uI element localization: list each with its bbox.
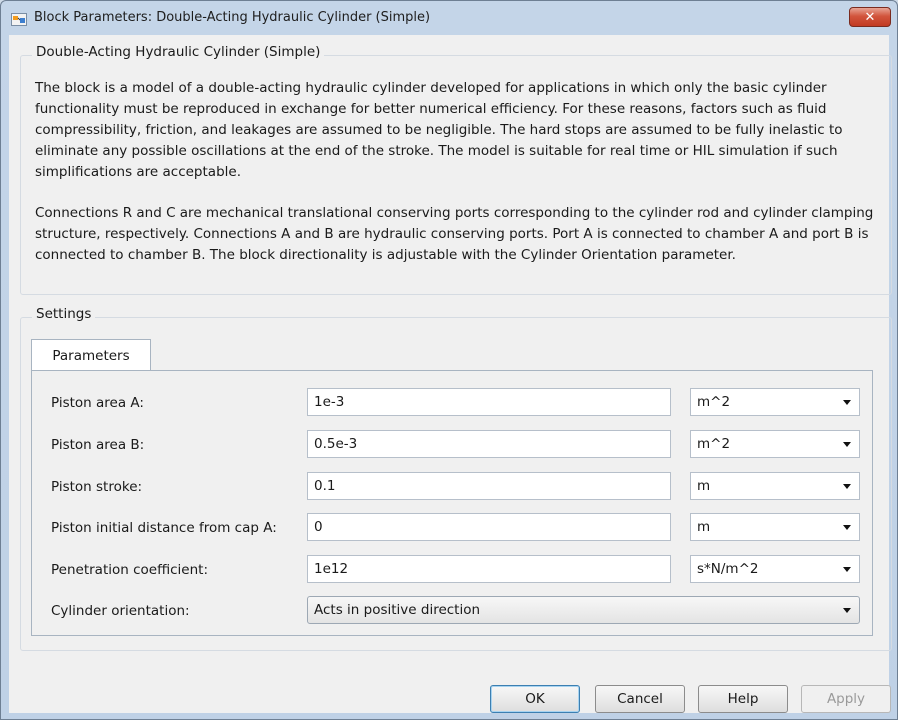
description-paragraph-1: The block is a model of a double-acting …	[35, 80, 843, 180]
window-title: Block Parameters: Double-Acting Hydrauli…	[34, 10, 431, 25]
settings-group-title: Settings	[32, 306, 96, 322]
dropdown-arrow-icon	[843, 400, 851, 405]
simulink-app-icon	[11, 13, 27, 26]
dropdown-arrow-icon	[843, 567, 851, 572]
piston-area-b-unit-select[interactable]: m^2	[690, 430, 860, 458]
dropdown-arrow-icon	[843, 525, 851, 530]
tab-parameters-label: Parameters	[52, 347, 130, 364]
penetration-coefficient-input[interactable]: 1e12	[307, 555, 671, 583]
description-paragraph-2: Connections R and C are mechanical trans…	[35, 205, 874, 263]
dropdown-arrow-icon	[843, 442, 851, 447]
cancel-button[interactable]: Cancel	[595, 685, 685, 713]
penetration-coefficient-unit-select[interactable]: s*N/m^2	[690, 555, 860, 583]
unit-value: m	[697, 519, 711, 535]
title-bar[interactable]: Block Parameters: Double-Acting Hydrauli…	[1, 1, 897, 35]
unit-value: m^2	[697, 436, 731, 452]
initial-distance-unit-select[interactable]: m	[690, 513, 860, 541]
help-button[interactable]: Help	[698, 685, 788, 713]
ok-button-label: OK	[525, 691, 545, 707]
apply-button-label: Apply	[826, 691, 866, 707]
initial-distance-input[interactable]: 0	[307, 513, 671, 541]
param-label-piston-area-b: Piston area B:	[51, 437, 145, 453]
piston-stroke-input[interactable]: 0.1	[307, 472, 671, 500]
apply-button[interactable]: Apply	[801, 685, 891, 713]
cylinder-orientation-select[interactable]: Acts in positive direction	[307, 596, 860, 624]
ok-button[interactable]: OK	[490, 685, 580, 713]
close-button[interactable]: ✕	[849, 7, 891, 27]
close-icon: ✕	[864, 9, 876, 25]
piston-area-a-unit-select[interactable]: m^2	[690, 388, 860, 416]
param-label-initial-distance: Piston initial distance from cap A:	[51, 520, 277, 536]
param-label-penetration-coefficient: Penetration coefficient:	[51, 562, 209, 578]
param-label-piston-area-a: Piston area A:	[51, 395, 144, 411]
piston-stroke-unit-select[interactable]: m	[690, 472, 860, 500]
param-label-piston-stroke: Piston stroke:	[51, 479, 143, 495]
dialog-window: Block Parameters: Double-Acting Hydrauli…	[0, 0, 898, 720]
piston-area-b-input[interactable]: 0.5e-3	[307, 430, 671, 458]
cancel-button-label: Cancel	[617, 691, 663, 707]
dropdown-arrow-icon	[843, 484, 851, 489]
unit-value: s*N/m^2	[697, 561, 759, 577]
unit-value: m	[697, 478, 711, 494]
help-button-label: Help	[727, 691, 759, 707]
param-label-cylinder-orientation: Cylinder orientation:	[51, 603, 190, 619]
tab-parameters[interactable]: Parameters	[31, 339, 151, 371]
orientation-value: Acts in positive direction	[314, 602, 481, 618]
dropdown-arrow-icon	[843, 608, 851, 613]
unit-value: m^2	[697, 394, 731, 410]
piston-area-a-input[interactable]: 1e-3	[307, 388, 671, 416]
description-group-title: Double-Acting Hydraulic Cylinder (Simple…	[32, 44, 325, 60]
